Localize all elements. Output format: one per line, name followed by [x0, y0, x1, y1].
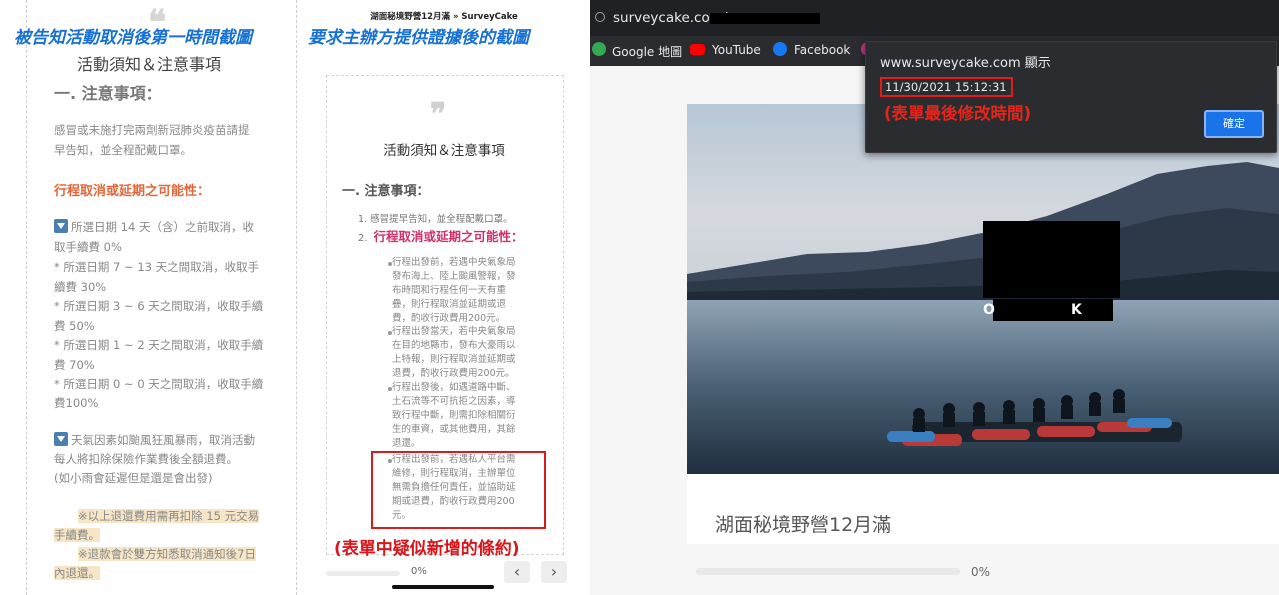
highlight-box	[371, 451, 546, 529]
form-title: 湖面秘境野營12月滿	[715, 514, 892, 536]
weather-line: 每人將扣除保險作業費後全額退費。	[54, 452, 238, 466]
site-info-icon[interactable]	[595, 12, 605, 22]
dashed-border	[296, 0, 297, 595]
annotation-caption: (表單中疑似新增的條約)	[334, 539, 520, 559]
prev-button[interactable]: ‹	[504, 561, 530, 583]
clause-line: 發布海上、陸上颱風警報，發	[392, 271, 516, 282]
logo-letter: K	[1071, 302, 1082, 318]
cancel-policy-heading: 行程取消或延期之可能性：	[54, 184, 211, 199]
clause-line: 費，酌收行政費用200元。	[392, 313, 506, 324]
annotation-caption: (表單最後修改時間)	[884, 104, 1032, 123]
clause-line: 生的車資，或其他費用，其餘	[392, 424, 516, 435]
refund-line: * 所選日期 7 ~ 13 天之間取消，收取手	[54, 260, 260, 274]
screenshot-panel-cancel-notice: ❝ 被告知活動取消後第一時間截圖 活動須知＆注意事項 一. 注意事項： 感冒或未…	[0, 0, 298, 595]
panel-caption: 被告知活動取消後第一時間截圖	[14, 28, 252, 48]
intro-text: 早告知，並全程配戴口罩。	[54, 143, 192, 157]
next-button[interactable]: ›	[541, 561, 567, 583]
ok-button[interactable]: 確定	[1204, 110, 1264, 138]
clause-line: 上特報，則行程取消並延期或	[392, 354, 516, 365]
redaction-box	[983, 221, 1120, 298]
notice-heading: 活動須知＆注意事項	[383, 143, 505, 159]
clause-line: 退費，酌收行政費用200元。	[392, 368, 515, 379]
progress-bar	[696, 568, 960, 575]
refund-line: * 所選日期 0 ~ 0 天之間取消，收取手續	[54, 377, 264, 391]
weather-line: (如小雨會延遲但是還是會出發)	[54, 471, 213, 485]
refund-line: 取手續費 0%	[54, 240, 122, 254]
google-maps-icon[interactable]	[592, 42, 606, 56]
logo-letter: O	[983, 302, 995, 318]
bookmark-youtube[interactable]: YouTube	[712, 43, 761, 57]
facebook-icon[interactable]	[773, 42, 787, 56]
refund-note: ※退款會於雙方知悉取消通知後7日	[78, 547, 256, 561]
redaction-bar	[710, 13, 820, 24]
down-arrow-icon	[54, 219, 68, 233]
home-indicator	[392, 585, 494, 589]
chevron-right-icon: ›	[550, 562, 558, 581]
intro-text: 感冒或未施打完兩劑新冠肺炎疫苗請提	[54, 123, 250, 137]
weather-line: 天氣因素如颱風狂風暴雨，取消活動	[54, 430, 255, 450]
clause-line: 在目的地縣市，發布大豪雨以	[392, 340, 516, 351]
refund-line: 費 50%	[54, 319, 95, 333]
dashed-border	[26, 0, 27, 595]
clause-line: 行程出發前，若遇中央氣象局	[392, 257, 516, 268]
notice-heading: 活動須知＆注意事項	[76, 55, 221, 74]
progress-bar	[326, 571, 400, 576]
notice-item-1: 1. 感冒提早告知，並全程配戴口罩。	[358, 214, 513, 225]
dialog-title: www.surveycake.com 顯示	[880, 56, 1051, 71]
panel-caption: 要求主辦方提供證據後的截圖	[308, 28, 529, 48]
notice-subheading: 一. 注意事項：	[342, 184, 430, 199]
refund-note: 內退還。	[54, 566, 100, 580]
fee-note: 手續費。	[54, 528, 100, 542]
notice-item-2: 2. 行程取消或延期之可能性：	[358, 229, 524, 244]
refund-line: * 所選日期 1 ~ 2 天之間取消，收取手續	[54, 338, 264, 352]
refund-line: 續費 30%	[54, 280, 107, 294]
redaction-box	[993, 299, 1113, 321]
dialog-message: 11/30/2021 15:12:31	[880, 77, 1013, 97]
youtube-icon[interactable]	[690, 44, 705, 55]
progress-text: 0%	[411, 566, 427, 577]
alert-dialog: www.surveycake.com 顯示 11/30/2021 15:12:3…	[865, 41, 1277, 153]
clause-line: 致行程中斷，則需扣除相關衍	[392, 410, 516, 421]
clause-line: 退還。	[392, 438, 421, 449]
bookmark-facebook[interactable]: Facebook	[794, 43, 850, 57]
chevron-left-icon: ‹	[513, 562, 521, 581]
refund-line: 費100%	[54, 396, 99, 410]
fee-note: ※以上退還費用需再扣除 15 元交易	[78, 509, 260, 523]
clause-line: 行程出發後，如遇道路中斷、	[392, 382, 516, 393]
down-arrow-icon	[54, 432, 68, 446]
clause-line: 布時間和行程任何一天有重	[392, 285, 507, 296]
bookmark-google-maps[interactable]: Google 地圖	[612, 43, 682, 60]
refund-line: * 所選日期 3 ~ 6 天之間取消，收取手續	[54, 299, 264, 313]
clause-line: 疊，則行程取消並延期或退	[392, 299, 507, 310]
screenshot-panel-organizer-evidence: 湖面秘境野營12月滿 » SurveyCake 要求主辦方提供證據後的截圖 ❞ …	[298, 0, 590, 595]
screenshot-panel-browser: surveycake.com/ Google 地圖 YouTube Facebo…	[590, 0, 1279, 595]
refund-line: 費 70%	[54, 358, 95, 372]
page-title: 湖面秘境野營12月滿 » SurveyCake	[370, 12, 518, 22]
progress-text: 0%	[971, 565, 991, 579]
clause-line: 土石流等不可抗拒之因素，導	[392, 396, 516, 407]
notice-subheading: 一. 注意事項：	[54, 84, 162, 103]
refund-line: 所選日期 14 天（含）之前取消，收	[54, 217, 254, 237]
clause-line: 行程出發當天，若中央氣象局	[392, 326, 516, 337]
quote-icon: ❞	[430, 97, 447, 132]
